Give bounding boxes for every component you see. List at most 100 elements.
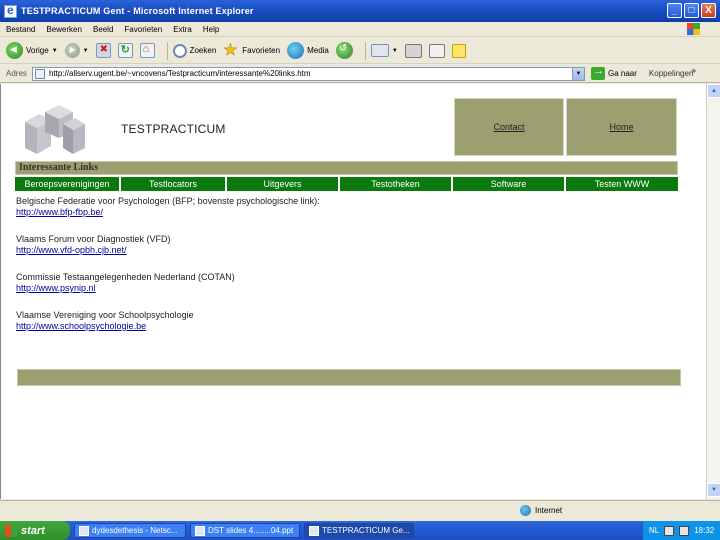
page-viewport: TESTPRACTICUM Contact Home Interessante … (0, 84, 706, 499)
menu-item-extra[interactable]: Extra (173, 25, 192, 34)
page-icon (35, 68, 45, 79)
refresh-icon (117, 43, 133, 58)
mail-dropdown-icon[interactable]: ▼ (392, 48, 398, 54)
link-list: Belgische Federatie voor Psychologen (BF… (16, 196, 616, 348)
edit-icon (428, 43, 445, 58)
menu-item-favorieten[interactable]: Favorieten (124, 25, 162, 34)
task-label: DST slides 4........04.ppt (208, 526, 294, 535)
nav-home[interactable]: Home (566, 98, 677, 156)
category-tabs: Beroepsverenigingen Testlocators Uitgeve… (15, 177, 678, 191)
link-url[interactable]: http://www.psynip.nl (16, 283, 96, 293)
home-icon (139, 43, 155, 58)
link-description: Commissie Testaangelegenheden Nederland … (16, 272, 235, 282)
links-toolbar[interactable]: Koppelingen (649, 69, 693, 78)
contact-link[interactable]: Contact (493, 122, 524, 132)
windows-logo-icon (5, 524, 17, 537)
home-button[interactable] (139, 43, 155, 58)
system-tray: NL 18:32 (642, 521, 720, 540)
netscape-icon (79, 525, 89, 536)
close-button[interactable]: X (701, 3, 716, 18)
scroll-up-icon[interactable]: ▲ (707, 84, 720, 98)
print-button[interactable] (404, 43, 422, 58)
nav-contact[interactable]: Contact (454, 98, 564, 156)
home-link[interactable]: Home (609, 122, 633, 132)
forward-button[interactable]: ▼ (64, 43, 89, 58)
section-heading: Interessante Links (15, 161, 678, 175)
search-button[interactable]: Zoeken (172, 43, 217, 58)
back-dropdown-icon[interactable]: ▼ (52, 48, 58, 54)
go-button[interactable]: Ga naar (591, 65, 637, 80)
link-url[interactable]: http://www.vfd-opbh.cjb.net/ (16, 245, 127, 255)
menu-item-help[interactable]: Help (203, 25, 219, 34)
testpracticum-logo (25, 105, 85, 154)
mail-icon (370, 44, 389, 57)
search-label: Zoeken (189, 46, 217, 55)
taskbar-item-ie[interactable]: TESTPRACTICUM Ge... (304, 523, 414, 538)
maximize-button[interactable]: □ (684, 3, 699, 18)
scroll-down-icon[interactable]: ▼ (707, 483, 720, 497)
tab-beroepsverenigingen[interactable]: Beroepsverenigingen (15, 177, 119, 191)
messenger-button[interactable] (451, 43, 466, 58)
tab-testlocators[interactable]: Testlocators (121, 177, 225, 191)
toolbar-separator (364, 41, 366, 60)
menu-item-bewerken[interactable]: Bewerken (46, 25, 82, 34)
task-label: dydesdethesis - Netsc... (92, 526, 178, 535)
clock: 18:32 (694, 526, 715, 535)
powerpoint-icon (195, 525, 205, 536)
list-item: Belgische Federatie voor Psychologen (BF… (16, 196, 616, 218)
volume-icon[interactable] (679, 525, 690, 536)
address-bar: Adres http://allserv.ugent.be/~vncovens/… (0, 65, 720, 83)
list-item: Vlaams Forum voor Diagnostiek (VFD) http… (16, 234, 616, 256)
back-arrow-icon (6, 42, 23, 59)
windows-logo-icon (687, 23, 700, 35)
history-button[interactable] (335, 42, 353, 59)
note-icon (451, 43, 466, 58)
menu-item-bestand[interactable]: Bestand (6, 25, 35, 34)
globe-icon (520, 505, 531, 516)
start-label: start (21, 524, 45, 537)
tab-testotheken[interactable]: Testotheken (340, 177, 451, 191)
link-url[interactable]: http://www.bfp-fbp.be/ (16, 207, 103, 217)
footer-bar (17, 369, 681, 386)
menu-item-beeld[interactable]: Beeld (93, 25, 113, 34)
language-indicator[interactable]: NL (649, 526, 659, 535)
tab-testen-www[interactable]: Testen WWW (566, 177, 678, 191)
link-url[interactable]: http://www.schoolpsychologie.be (16, 321, 146, 331)
media-icon (287, 42, 305, 59)
tab-uitgevers[interactable]: Uitgevers (227, 177, 338, 191)
list-item: Commissie Testaangelegenheden Nederland … (16, 272, 616, 294)
taskbar-item-powerpoint[interactable]: DST slides 4........04.ppt (190, 523, 300, 538)
favorites-button[interactable]: Favorieten (223, 40, 280, 60)
toolbar-chevron-icon[interactable]: » (692, 66, 696, 75)
window-title: TESTPRACTICUM Gent - Microsoft Internet … (21, 6, 254, 16)
address-input[interactable]: http://allserv.ugent.be/~vncovens/Testpr… (32, 66, 585, 81)
taskbar-item-netscape[interactable]: dydesdethesis - Netsc... (74, 523, 186, 538)
back-button[interactable]: Vorige ▼ (6, 42, 58, 59)
toolbar: Vorige ▼ ▼ Zoeken Favorieten Media ▼ (0, 38, 720, 64)
link-description: Belgische Federatie voor Psychologen (BF… (16, 196, 320, 206)
address-dropdown-icon[interactable]: ▼ (572, 67, 584, 80)
start-button[interactable]: start (0, 521, 70, 540)
mail-button[interactable]: ▼ (370, 44, 398, 57)
vertical-scrollbar[interactable]: ▲ ▼ (706, 84, 720, 499)
tray-icon[interactable] (664, 525, 675, 536)
media-button[interactable]: Media (287, 42, 329, 59)
window-controls: _ □ X (667, 3, 716, 18)
minimize-button[interactable]: _ (667, 3, 682, 18)
forward-dropdown-icon[interactable]: ▼ (83, 48, 89, 54)
address-label: Adres (6, 69, 27, 78)
zone-label: Internet (535, 506, 563, 515)
link-description: Vlaams Forum voor Diagnostiek (VFD) (16, 234, 171, 244)
address-url[interactable]: http://allserv.ugent.be/~vncovens/Testpr… (49, 69, 311, 78)
site-title: TESTPRACTICUM (121, 122, 226, 136)
edit-button[interactable] (428, 43, 445, 58)
forward-arrow-icon (64, 43, 80, 58)
toolbar-separator (166, 41, 168, 60)
tab-software[interactable]: Software (453, 177, 564, 191)
taskbar: start dydesdethesis - Netsc... DST slide… (0, 521, 720, 540)
list-item: Vlaamse Vereniging voor Schoolpsychologi… (16, 310, 616, 332)
refresh-button[interactable] (117, 43, 133, 58)
favorites-star-icon (223, 40, 239, 60)
stop-button[interactable] (95, 43, 111, 58)
search-icon (172, 43, 187, 58)
